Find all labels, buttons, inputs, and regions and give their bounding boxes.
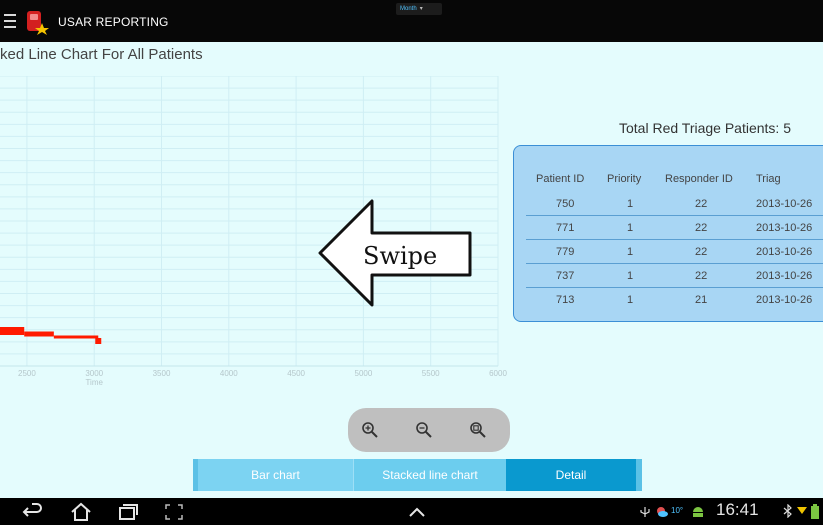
- cell-triage: 2013-10-26: [756, 246, 813, 258]
- x-tick-label: 4500: [287, 369, 305, 378]
- x-tick-label: 5000: [355, 369, 373, 378]
- period-dropdown[interactable]: Month ▾: [396, 3, 442, 15]
- x-tick-label: 5500: [422, 369, 440, 378]
- cell-responder-id: 22: [695, 198, 708, 210]
- bluetooth-icon: [783, 504, 792, 518]
- x-tick-label: 3000: [85, 369, 103, 378]
- page-title: ked Line Chart For All Patients: [0, 46, 203, 63]
- series-segment: [0, 327, 25, 335]
- zoom-in-icon[interactable]: [360, 420, 380, 440]
- x-axis-label: Time: [85, 378, 103, 387]
- zoom-controls: [348, 408, 510, 452]
- cell-responder-id: 22: [695, 270, 708, 282]
- table-header: Patient ID Priority Responder ID Triag: [514, 167, 823, 191]
- table-row[interactable]: 771 1 22 2013-10-26: [514, 216, 823, 240]
- menu-icon[interactable]: [4, 14, 16, 28]
- chevron-up-icon[interactable]: [406, 502, 428, 522]
- app-logo-icon: [27, 11, 49, 35]
- zoom-reset-icon[interactable]: [468, 420, 488, 440]
- x-tick-label: 3500: [153, 369, 171, 378]
- cell-priority: 1: [627, 270, 634, 282]
- battery-icon: [811, 504, 819, 519]
- swipe-label: Swipe: [363, 242, 437, 270]
- tab-bar-chart[interactable]: Bar chart: [193, 459, 353, 491]
- x-tick-label: 6000: [489, 369, 507, 378]
- cell-priority: 1: [627, 294, 634, 306]
- cell-priority: 1: [627, 198, 634, 210]
- table-row[interactable]: 713 1 21 2013-10-26: [514, 288, 823, 312]
- cell-patient-id: 771: [556, 222, 575, 234]
- table-row[interactable]: 750 1 22 2013-10-26: [514, 192, 823, 216]
- header-priority: Priority: [607, 173, 642, 185]
- x-tick-label: 2500: [18, 369, 36, 378]
- cell-priority: 1: [627, 246, 634, 258]
- screenshot-icon[interactable]: [163, 502, 185, 522]
- app-title: USAR REPORTING: [58, 15, 169, 29]
- tab-detail[interactable]: Detail: [506, 459, 636, 491]
- cell-triage: 2013-10-26: [756, 222, 813, 234]
- wifi-signal-icon: [797, 507, 807, 514]
- tab-stacked-line-chart[interactable]: Stacked line chart: [353, 459, 506, 491]
- cell-triage: 2013-10-26: [756, 294, 813, 306]
- cell-priority: 1: [627, 222, 634, 234]
- view-tabs: Bar chart Stacked line chart Detail: [193, 459, 642, 491]
- cell-triage: 2013-10-26: [756, 198, 813, 210]
- zoom-out-icon[interactable]: [414, 420, 434, 440]
- cell-patient-id: 779: [556, 246, 575, 258]
- cell-patient-id: 713: [556, 294, 575, 306]
- series-endpoint: [95, 338, 102, 344]
- action-bar: USAR REPORTING Month ▾: [0, 0, 823, 42]
- total-red-triage-label: Total Red Triage Patients: 5: [619, 120, 791, 136]
- android-icon: [693, 507, 703, 517]
- x-tick-label: 4000: [220, 369, 238, 378]
- cell-triage: 2013-10-26: [756, 270, 813, 282]
- clock: 16:41: [716, 500, 759, 519]
- system-navigation-bar: 10° 16:41: [0, 498, 823, 525]
- tab-bar-end-cap: [636, 459, 642, 491]
- series-segment: [53, 335, 99, 339]
- header-patient-id: Patient ID: [536, 173, 585, 185]
- cell-responder-id: 22: [695, 246, 708, 258]
- status-area: 10° 16:41: [633, 498, 823, 525]
- temperature: 10°: [671, 506, 684, 515]
- recent-apps-icon[interactable]: [117, 502, 139, 522]
- home-icon[interactable]: [70, 502, 92, 522]
- cell-patient-id: 750: [556, 198, 575, 210]
- table-row[interactable]: 779 1 22 2013-10-26: [514, 240, 823, 264]
- cell-responder-id: 21: [695, 294, 708, 306]
- cell-patient-id: 737: [556, 270, 575, 282]
- series-segment: [24, 331, 54, 337]
- header-triage: Triag: [756, 173, 781, 185]
- usb-icon: [640, 507, 650, 517]
- swipe-hint[interactable]: Swipe: [315, 198, 475, 308]
- cell-responder-id: 22: [695, 222, 708, 234]
- table-row[interactable]: 737 1 22 2013-10-26: [514, 264, 823, 288]
- header-responder-id: Responder ID: [665, 173, 733, 185]
- back-icon[interactable]: [22, 502, 44, 522]
- patients-table: Patient ID Priority Responder ID Triag 7…: [513, 145, 823, 322]
- weather-icon: [657, 507, 668, 517]
